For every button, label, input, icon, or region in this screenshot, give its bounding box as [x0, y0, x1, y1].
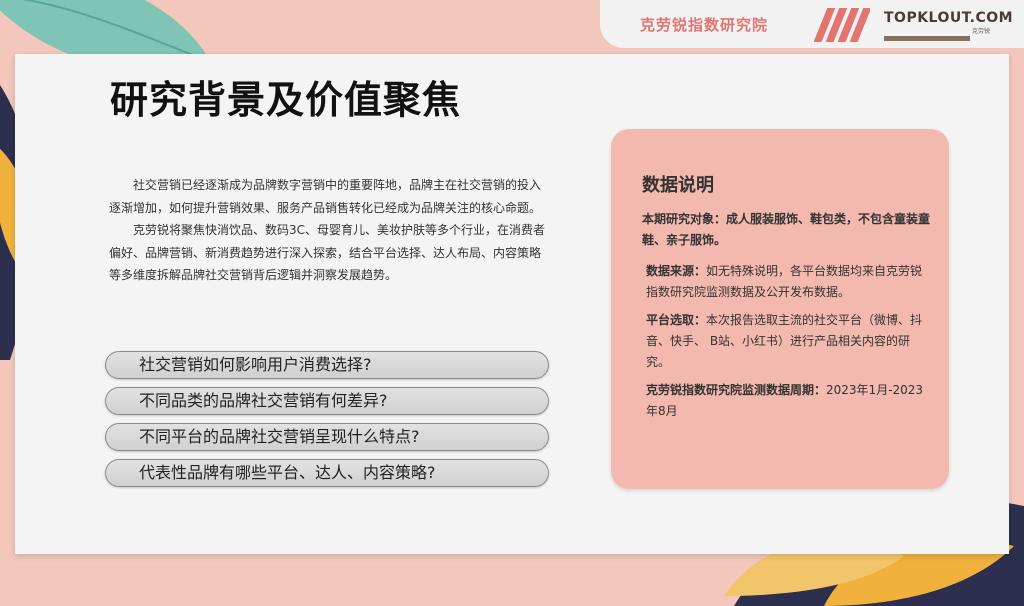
data-notes-body: 本期研究对象：成人服装服饰、鞋包类，不包含童装童鞋、亲子服饰。 数据来源：如无特…	[642, 209, 932, 429]
header-bar: 克劳锐指数研究院 TOPKLOUT.COM 克劳锐	[600, 0, 1024, 48]
stripes-decoration	[814, 8, 870, 42]
question-item: 不同品类的品牌社交营销有何差异?	[105, 387, 549, 415]
scope-text: 本期研究对象：成人服装服饰、鞋包类，不包含童装童鞋、亲子服饰。	[642, 212, 931, 247]
logo-text: TOPKLOUT.COM	[884, 10, 1014, 26]
logo-bar	[884, 36, 970, 41]
platform-label: 平台选取：	[646, 313, 707, 327]
question-list: 社交营销如何影响用户消费选择? 不同品类的品牌社交营销有何差异? 不同平台的品牌…	[105, 351, 549, 495]
question-item: 不同平台的品牌社交营销呈现什么特点?	[105, 423, 549, 451]
data-notes-title: 数据说明	[642, 175, 714, 196]
scope-note: 本期研究对象：成人服装服饰、鞋包类，不包含童装童鞋、亲子服饰。	[642, 209, 932, 251]
period-label: 克劳锐指数研究院监测数据周期：	[646, 383, 827, 397]
intro-paragraph: 克劳锐将聚焦快消饮品、数码3C、母婴育儿、美妆护肤等多个行业，在消费者偏好、品牌…	[109, 223, 546, 282]
logo-subtext: 克劳锐	[972, 28, 991, 35]
intro-paragraph: 社交营销已经逐渐成为品牌数字营销中的重要阵地，品牌主在社交营销的投入逐渐增加，如…	[109, 178, 542, 215]
slide-card: 研究背景及价值聚焦 社交营销已经逐渐成为品牌数字营销中的重要阵地，品牌主在社交营…	[15, 54, 1009, 554]
question-item: 社交营销如何影响用户消费选择?	[105, 351, 549, 379]
source-note: 数据来源：如无特殊说明，各平台数据均来自克劳锐指数研究院监测数据及公开发布数据。	[642, 261, 932, 303]
platform-note: 平台选取：本次报告选取主流的社交平台（微博、抖音、快手、 B站、小红书）进行产品…	[642, 310, 932, 373]
data-notes-panel: 数据说明 本期研究对象：成人服装服饰、鞋包类，不包含童装童鞋、亲子服饰。 数据来…	[611, 129, 949, 489]
page-title: 研究背景及价值聚焦	[110, 78, 462, 122]
intro-text: 社交营销已经逐渐成为品牌数字营销中的重要阵地，品牌主在社交营销的投入逐渐增加，如…	[109, 174, 549, 287]
brand-name: 克劳锐指数研究院	[640, 16, 769, 34]
period-note: 克劳锐指数研究院监测数据周期：2023年1月-2023年8月	[642, 380, 932, 422]
topklout-logo: TOPKLOUT.COM 克劳锐	[884, 10, 1014, 45]
source-label: 数据来源：	[646, 264, 707, 278]
question-item: 代表性品牌有哪些平台、达人、内容策略?	[105, 459, 549, 487]
